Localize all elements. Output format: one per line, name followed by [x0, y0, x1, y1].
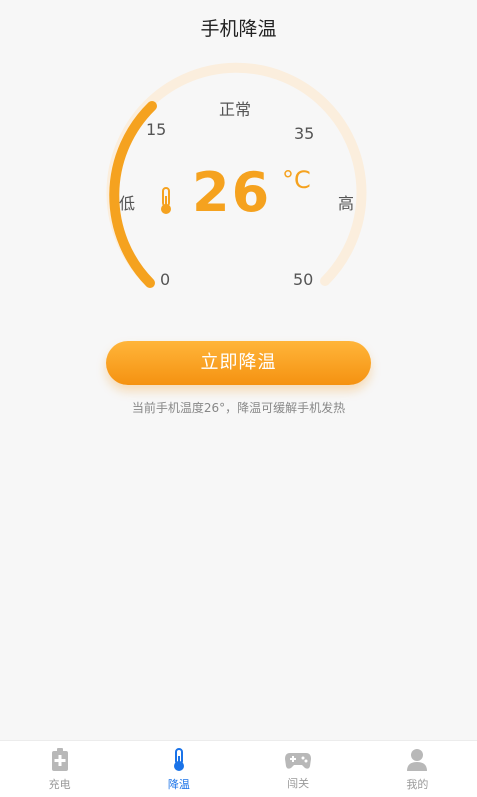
gauge-mark-15: 15	[146, 120, 167, 139]
gauge-mark-0: 0	[160, 270, 171, 289]
gauge-low-label: 低	[119, 194, 136, 213]
temperature-hint: 当前手机温度26°，降温可缓解手机发热	[131, 401, 346, 415]
gauge-status-label: 正常	[219, 100, 252, 119]
temperature-unit: °C	[282, 166, 311, 194]
gamepad-icon	[284, 749, 312, 775]
gauge-high-label: 高	[338, 194, 355, 213]
tab-charge-label: 充电	[48, 778, 71, 791]
gauge-mark-35: 35	[294, 124, 315, 143]
tab-charge[interactable]: 充电	[0, 741, 119, 797]
tab-cool-label: 降温	[167, 778, 190, 791]
tab-levels-label: 闯关	[287, 777, 310, 790]
user-icon	[406, 748, 428, 776]
tab-mine-label: 我的	[406, 778, 429, 791]
bottom-tab-bar: 充电 降温 闯关 我的	[0, 740, 477, 797]
thermometer-icon	[169, 748, 189, 776]
tab-mine[interactable]: 我的	[358, 741, 477, 797]
tab-levels[interactable]: 闯关	[239, 741, 358, 797]
cool-now-button[interactable]: 立即降温	[106, 341, 371, 385]
tab-cool[interactable]: 降温	[119, 741, 238, 797]
gauge-mark-50: 50	[293, 270, 314, 289]
battery-charge-icon	[49, 748, 71, 776]
thermometer-icon	[158, 186, 174, 220]
temperature-value: 26	[192, 161, 272, 224]
